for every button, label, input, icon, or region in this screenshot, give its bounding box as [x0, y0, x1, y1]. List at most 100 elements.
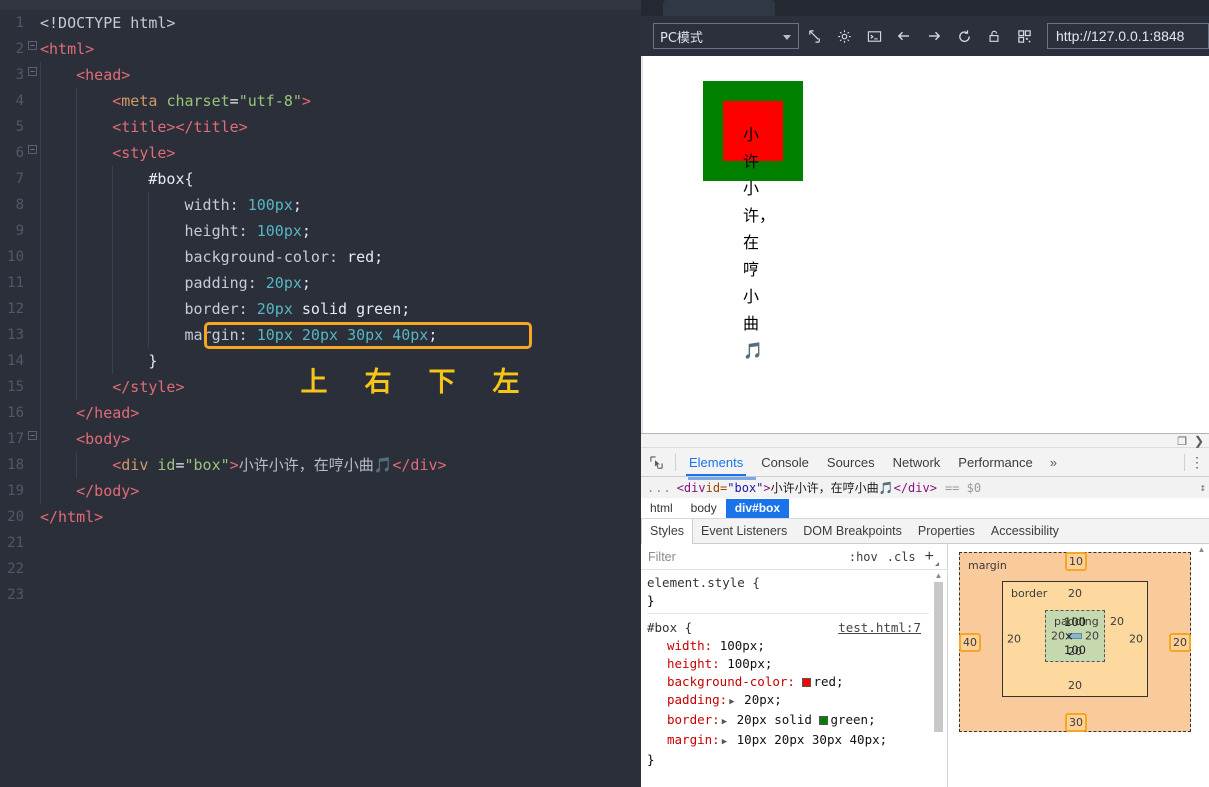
url-input[interactable]: http://127.0.0.1:8848: [1047, 23, 1209, 49]
code-line-19[interactable]: 19 </body>: [0, 478, 641, 504]
lock-icon[interactable]: [979, 23, 1009, 49]
styles-scrollbar[interactable]: ▲: [933, 572, 944, 786]
qrcode-icon[interactable]: [1009, 23, 1039, 49]
box-model-margin-bottom-value[interactable]: 30: [1065, 713, 1087, 732]
styles-tab-dom-breakpoints[interactable]: DOM Breakpoints: [795, 519, 910, 543]
dock-side-icon[interactable]: ❐: [1177, 435, 1187, 448]
expand-triangle-icon[interactable]: ▶: [727, 697, 736, 707]
css-rules-list[interactable]: element.style {} #box {test.html:7 width: …: [641, 570, 929, 787]
code-line-1[interactable]: 1 <!DOCTYPE html>: [0, 10, 641, 36]
code-line-13[interactable]: 13 margin: 10px 20px 30px 40px;: [0, 322, 641, 348]
code-line-7[interactable]: 7 #box{: [0, 166, 641, 192]
fold-toggle-icon[interactable]: −: [28, 431, 37, 440]
box-model-border-top-value[interactable]: 20: [1068, 587, 1082, 600]
css-declaration[interactable]: padding: ▶ 20px;: [647, 691, 929, 711]
code-line-11[interactable]: 11 padding: 20px;: [0, 270, 641, 296]
close-devtools-icon[interactable]: ❯: [1194, 434, 1204, 448]
styles-filter-input[interactable]: Filter: [641, 550, 676, 564]
box-model-padding-top-value[interactable]: 20: [1110, 615, 1124, 628]
box-model-margin-region[interactable]: margin border 20 20 20 20 padding 20 20 …: [959, 552, 1191, 732]
code-line-2[interactable]: 2− <html>: [0, 36, 641, 62]
box-model-border-right-value[interactable]: 20: [1129, 633, 1143, 646]
dom-scroll-indicator[interactable]: ↕: [1199, 481, 1206, 494]
tab-sources[interactable]: Sources: [818, 448, 884, 476]
more-tabs-icon[interactable]: »: [1042, 455, 1065, 470]
styles-scroll-thumb[interactable]: [934, 582, 943, 732]
tab-network[interactable]: Network: [884, 448, 950, 476]
code-line-16[interactable]: 16 </head>: [0, 400, 641, 426]
css-declaration[interactable]: border: ▶ 20px solid green;: [647, 711, 929, 731]
css-source-link[interactable]: test.html:7: [838, 619, 921, 637]
dom-ellipsis[interactable]: ...: [641, 481, 677, 495]
css-declaration[interactable]: background-color: red;: [647, 673, 929, 691]
code-line-21[interactable]: 21: [0, 530, 641, 556]
box-model-margin-left-value[interactable]: 40: [959, 633, 981, 652]
code-line-20[interactable]: 20 </html>: [0, 504, 641, 530]
scroll-up-arrow-icon[interactable]: ▲: [934, 572, 943, 581]
styles-tab-event-listeners[interactable]: Event Listeners: [693, 519, 795, 543]
box-model-content-region[interactable]: 100 × 100: [1064, 615, 1086, 657]
code-line-10[interactable]: 10 background-color: red;: [0, 244, 641, 270]
expand-triangle-icon[interactable]: ▶: [720, 737, 729, 747]
color-swatch[interactable]: [819, 716, 829, 725]
code-line-23[interactable]: 23: [0, 582, 641, 608]
code-line-18[interactable]: 18 <div id="box">小许小许，在哼小曲🎵</div>: [0, 452, 641, 478]
css-declaration[interactable]: width: 100px;: [647, 637, 929, 655]
code-line-17[interactable]: 17− <body>: [0, 426, 641, 452]
css-declaration[interactable]: margin: ▶ 10px 20px 30px 40px;: [647, 731, 929, 751]
color-swatch[interactable]: [802, 678, 812, 687]
css-selector[interactable]: element.style {: [647, 574, 929, 592]
styles-tab-styles[interactable]: Styles: [641, 519, 694, 544]
css-selector[interactable]: #box {test.html:7: [647, 619, 929, 637]
code-line-9[interactable]: 9 height: 100px;: [0, 218, 641, 244]
styles-tab-accessibility[interactable]: Accessibility: [983, 519, 1067, 543]
breadcrumb-item-body[interactable]: body: [682, 499, 726, 518]
tab-elements[interactable]: Elements: [680, 448, 752, 476]
console-icon[interactable]: [859, 23, 889, 49]
code-line-8[interactable]: 8 width: 100px;: [0, 192, 641, 218]
styles-tab-properties[interactable]: Properties: [910, 519, 983, 543]
box-model-padding-left-value[interactable]: 20: [1051, 630, 1065, 643]
back-arrow-icon[interactable]: [889, 23, 919, 49]
breadcrumb-item-divbox[interactable]: div#box: [725, 498, 790, 518]
code-line-22[interactable]: 22: [0, 556, 641, 582]
code-line-3[interactable]: 3− <head>: [0, 62, 641, 88]
fold-toggle-icon[interactable]: −: [28, 41, 37, 50]
box-model-margin-right-value[interactable]: 20: [1169, 633, 1191, 652]
code-line-6[interactable]: 6− <style>: [0, 140, 641, 166]
gear-icon[interactable]: [829, 23, 859, 49]
box-model-border-region[interactable]: border 20 20 20 20 padding 20 20 20 20 1…: [1002, 581, 1148, 697]
browser-tab[interactable]: [663, 0, 775, 16]
reload-icon[interactable]: [949, 23, 979, 49]
breadcrumb-item-html[interactable]: html: [641, 499, 682, 518]
hov-toggle-button[interactable]: :hov: [849, 550, 878, 564]
devtools-menu-icon[interactable]: ⋮: [1185, 448, 1209, 476]
tab-performance[interactable]: Performance: [949, 448, 1041, 476]
css-declaration[interactable]: height: 100px;: [647, 655, 929, 673]
css-rule-block[interactable]: element.style {}: [647, 574, 929, 610]
code-line-12[interactable]: 12 border: 20px solid green;: [0, 296, 641, 322]
new-style-rule-button[interactable]: +: [925, 548, 940, 566]
dom-node-row[interactable]: ... <div id= "box" > 小许小许，在哼小曲🎵 </div> =…: [641, 477, 1209, 498]
code-editor[interactable]: 1 <!DOCTYPE html> 2− <html> 3− <head> 4 <meta…: [0, 0, 641, 787]
css-rule-block[interactable]: #box {test.html:7 width: 100px; height: 10…: [647, 619, 929, 769]
inspect-element-icon[interactable]: [641, 448, 671, 476]
expand-triangle-icon[interactable]: ▶: [720, 717, 729, 727]
box-model-padding-region[interactable]: padding 20 20 20 20 100 × 100: [1045, 610, 1124, 662]
code-line-5[interactable]: 5 <title></title>: [0, 114, 641, 140]
forward-arrow-icon[interactable]: [919, 23, 949, 49]
box-model-border-left-value[interactable]: 20: [1007, 633, 1021, 646]
box-model-padding-right-value[interactable]: 20: [1085, 630, 1099, 643]
tab-console[interactable]: Console: [752, 448, 818, 476]
code-line-4[interactable]: 4 <meta charset="utf-8">: [0, 88, 641, 114]
box-model-diagram[interactable]: margin border 20 20 20 20 padding 20 20 …: [959, 552, 1191, 732]
boxmodel-scrollbar[interactable]: ▲: [1196, 546, 1207, 746]
device-mode-select[interactable]: PC模式: [653, 23, 799, 49]
boxmodel-scroll-up-arrow-icon[interactable]: ▲: [1197, 546, 1206, 555]
box-model-border-bottom-value[interactable]: 20: [1068, 679, 1082, 692]
popout-icon[interactable]: [799, 23, 829, 49]
fold-toggle-icon[interactable]: −: [28, 67, 37, 76]
fold-toggle-icon[interactable]: −: [28, 145, 37, 154]
box-model-margin-top-value[interactable]: 10: [1065, 552, 1087, 571]
cls-toggle-button[interactable]: .cls: [887, 550, 916, 564]
